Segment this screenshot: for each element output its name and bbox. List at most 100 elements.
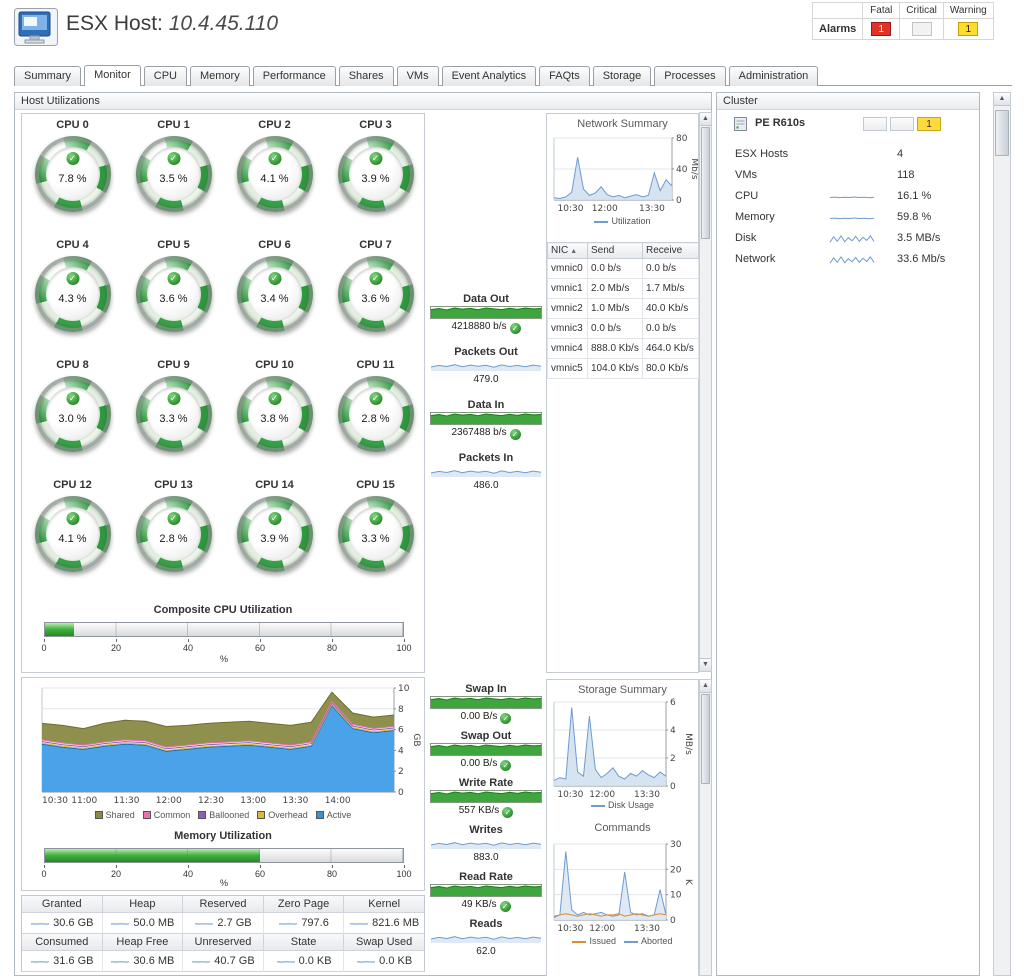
network-chart-legend: Utilization xyxy=(547,216,698,226)
tab-memory[interactable]: Memory xyxy=(190,66,250,86)
nic-column-send[interactable]: Send xyxy=(588,243,643,259)
tab-processes[interactable]: Processes xyxy=(654,66,725,86)
scroll-up-icon[interactable]: ▲ xyxy=(700,680,711,693)
svg-text:Mb/s: Mb/s xyxy=(689,158,698,180)
tab-performance[interactable]: Performance xyxy=(253,66,336,86)
gauge-data-in[interactable]: Data In2367488 b/s✓ xyxy=(427,399,545,440)
cluster-warning-badge[interactable]: 1 xyxy=(917,117,941,131)
nic-row-vmnic5[interactable]: vmnic5104.0 Kb/s80.0 Kb/s xyxy=(548,359,699,379)
gauge-writes[interactable]: Writes883.0 xyxy=(427,824,545,865)
cpu-gauge-1[interactable]: CPU 1✓3.5 % xyxy=(123,116,224,236)
memory-utilization-bar-fill xyxy=(45,849,260,862)
svg-text:11:30: 11:30 xyxy=(114,796,140,806)
tab-summary[interactable]: Summary xyxy=(14,66,81,86)
gauge-swap-out[interactable]: Swap Out0.00 B/s✓ xyxy=(427,730,545,771)
svg-text:20: 20 xyxy=(670,865,682,875)
svg-text:10:30: 10:30 xyxy=(42,796,68,806)
bar-grid-lines xyxy=(45,623,403,636)
cpu-gauge-9[interactable]: CPU 9✓3.3 % xyxy=(123,356,224,476)
svg-text:GB: GB xyxy=(411,733,421,746)
ok-status-icon: ✓ xyxy=(500,760,511,771)
cpu-gauge-13[interactable]: CPU 13✓2.8 % xyxy=(123,476,224,596)
cpu-gauge-10[interactable]: CPU 10✓3.8 % xyxy=(224,356,325,476)
tab-storage[interactable]: Storage xyxy=(593,66,652,86)
gauge-value: 62.0 xyxy=(427,946,545,957)
nic-row-vmnic3[interactable]: vmnic30.0 b/s0.0 b/s xyxy=(548,319,699,339)
nic-cell: 464.0 Kb/s xyxy=(643,339,699,359)
scroll-thumb[interactable] xyxy=(995,110,1009,156)
inner-scrollbar-bottom[interactable]: ▲ xyxy=(699,679,712,976)
tab-event-analytics[interactable]: Event Analytics xyxy=(442,66,537,86)
tab-monitor[interactable]: Monitor xyxy=(84,65,141,86)
cpu-gauge-14[interactable]: CPU 14✓3.9 % xyxy=(224,476,325,596)
inner-scrollbar-top[interactable]: ▲ ▼ xyxy=(699,112,712,672)
nic-cell: vmnic3 xyxy=(548,319,588,339)
gauge-value: 486.0 xyxy=(427,480,545,491)
svg-text:10:30: 10:30 xyxy=(557,924,583,934)
cpu-gauge-12[interactable]: CPU 12✓4.1 % xyxy=(22,476,123,596)
nic-table: NIC▲SendReceivevmnic00.0 b/s0.0 b/svmnic… xyxy=(547,242,699,379)
legend-label: Disk Usage xyxy=(608,800,654,810)
metric-label: VMs xyxy=(735,169,757,181)
nic-row-vmnic1[interactable]: vmnic12.0 Mb/s1.7 Mb/s xyxy=(548,279,699,299)
nic-row-vmnic4[interactable]: vmnic4888.0 Kb/s464.0 Kb/s xyxy=(548,339,699,359)
gauge-read-rate[interactable]: Read Rate49 KB/s✓ xyxy=(427,871,545,912)
tab-faqts[interactable]: FAQts xyxy=(539,66,590,86)
cpu-gauge-15[interactable]: CPU 15✓3.3 % xyxy=(325,476,426,596)
cpu-gauge-6[interactable]: CPU 6✓3.4 % xyxy=(224,236,325,356)
gauge-packets-out[interactable]: Packets Out479.0 xyxy=(427,346,545,387)
scroll-down-icon[interactable]: ▼ xyxy=(700,658,711,671)
stat-label-swap-used: Swap Used xyxy=(344,934,424,951)
cluster-metric-esx-hosts: ESX Hosts4 xyxy=(717,145,979,166)
cpu-gauge-11[interactable]: CPU 11✓2.8 % xyxy=(325,356,426,476)
cpu-dial: ✓3.0 % xyxy=(35,376,111,452)
tab-shares[interactable]: Shares xyxy=(339,66,394,86)
svg-text:14:00: 14:00 xyxy=(325,796,351,806)
svg-text:13:30: 13:30 xyxy=(634,924,660,934)
tab-administration[interactable]: Administration xyxy=(729,66,819,86)
ok-status-icon: ✓ xyxy=(66,152,79,165)
cluster-normal-badge[interactable] xyxy=(863,117,887,131)
scroll-thumb[interactable] xyxy=(701,127,710,239)
cpu-gauge-7[interactable]: CPU 7✓3.6 % xyxy=(325,236,426,356)
svg-text:6: 6 xyxy=(398,726,404,736)
ok-status-icon: ✓ xyxy=(510,323,521,334)
cpu-dial: ✓3.3 % xyxy=(338,496,414,572)
tab-vms[interactable]: VMs xyxy=(397,66,439,86)
scroll-up-icon[interactable]: ▲ xyxy=(994,93,1010,106)
legend-label: Ballooned xyxy=(209,810,249,820)
tab-cpu[interactable]: CPU xyxy=(144,66,187,86)
cpu-gauge-value: 3.4 % xyxy=(237,293,313,305)
warning-alarm-badge[interactable]: 1 xyxy=(958,22,978,36)
gauge-swap-in[interactable]: Swap In0.00 B/s✓ xyxy=(427,683,545,724)
gauge-title: Read Rate xyxy=(427,871,545,883)
svg-text:12:00: 12:00 xyxy=(589,924,615,934)
storage-summary-title: Storage Summary xyxy=(547,684,698,696)
gauge-write-rate[interactable]: Write Rate557 KB/s✓ xyxy=(427,777,545,818)
nic-row-vmnic2[interactable]: vmnic21.0 Mb/s40.0 Kb/s xyxy=(548,299,699,319)
gauge-data-out[interactable]: Data Out4218880 b/s✓ xyxy=(427,293,545,334)
cpu-gauge-0[interactable]: CPU 0✓7.8 % xyxy=(22,116,123,236)
cpu-gauge-label: CPU 10 xyxy=(224,356,325,371)
ok-status-icon: ✓ xyxy=(510,429,521,440)
critical-alarm-badge[interactable] xyxy=(912,22,932,36)
cpu-gauge-2[interactable]: CPU 2✓4.1 % xyxy=(224,116,325,236)
scroll-up-icon[interactable]: ▲ xyxy=(700,113,711,126)
nic-row-vmnic0[interactable]: vmnic00.0 b/s0.0 b/s xyxy=(548,259,699,279)
cpu-gauge-8[interactable]: CPU 8✓3.0 % xyxy=(22,356,123,476)
main-scrollbar[interactable]: ▲ xyxy=(993,92,1011,976)
svg-text:13:00: 13:00 xyxy=(240,796,266,806)
gauge-reads[interactable]: Reads62.0 xyxy=(427,918,545,959)
memory-utilization-axis-unit: % xyxy=(44,878,404,888)
nic-column-receive[interactable]: Receive xyxy=(643,243,699,259)
cluster-normal-badge[interactable] xyxy=(890,117,914,131)
nic-column-nic[interactable]: NIC▲ xyxy=(548,243,588,259)
cpu-gauge-3[interactable]: CPU 3✓3.9 % xyxy=(325,116,426,236)
fatal-alarm-badge[interactable]: 1 xyxy=(871,22,891,36)
cpu-gauge-5[interactable]: CPU 5✓3.6 % xyxy=(123,236,224,356)
scroll-thumb[interactable] xyxy=(701,694,710,784)
cpu-gauge-label: CPU 9 xyxy=(123,356,224,371)
gauge-packets-in[interactable]: Packets In486.0 xyxy=(427,452,545,493)
cpu-gauge-4[interactable]: CPU 4✓4.3 % xyxy=(22,236,123,356)
cluster-name-link[interactable]: PE R610s xyxy=(755,117,805,129)
